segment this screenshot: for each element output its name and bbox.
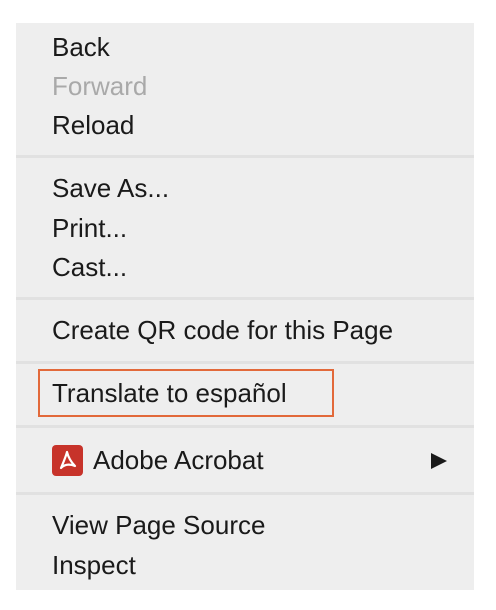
menu-separator bbox=[16, 492, 474, 495]
menu-item-adobe-acrobat[interactable]: Adobe Acrobat bbox=[93, 444, 264, 476]
menu-separator bbox=[16, 155, 474, 158]
menu-item-forward: Forward bbox=[52, 71, 148, 101]
menu-separator bbox=[16, 361, 474, 364]
menu-separator bbox=[16, 425, 474, 428]
menu-item-inspect[interactable]: Inspect bbox=[52, 549, 136, 581]
menu-item-translate[interactable]: Translate to español bbox=[52, 377, 287, 409]
menu-item-back[interactable]: Back bbox=[52, 31, 110, 63]
menu-separator bbox=[16, 297, 474, 300]
menu-item-view-page-source[interactable]: View Page Source bbox=[52, 509, 265, 541]
adobe-acrobat-icon bbox=[52, 445, 83, 476]
submenu-arrow-icon bbox=[431, 453, 447, 469]
menu-item-cast[interactable]: Cast... bbox=[52, 251, 127, 283]
menu-item-print[interactable]: Print... bbox=[52, 212, 127, 244]
context-menu: Back Forward Reload Save As... Print... … bbox=[16, 23, 474, 590]
menu-item-create-qr-code[interactable]: Create QR code for this Page bbox=[52, 314, 393, 346]
menu-item-reload[interactable]: Reload bbox=[52, 109, 134, 141]
menu-item-save-as[interactable]: Save As... bbox=[52, 172, 169, 204]
